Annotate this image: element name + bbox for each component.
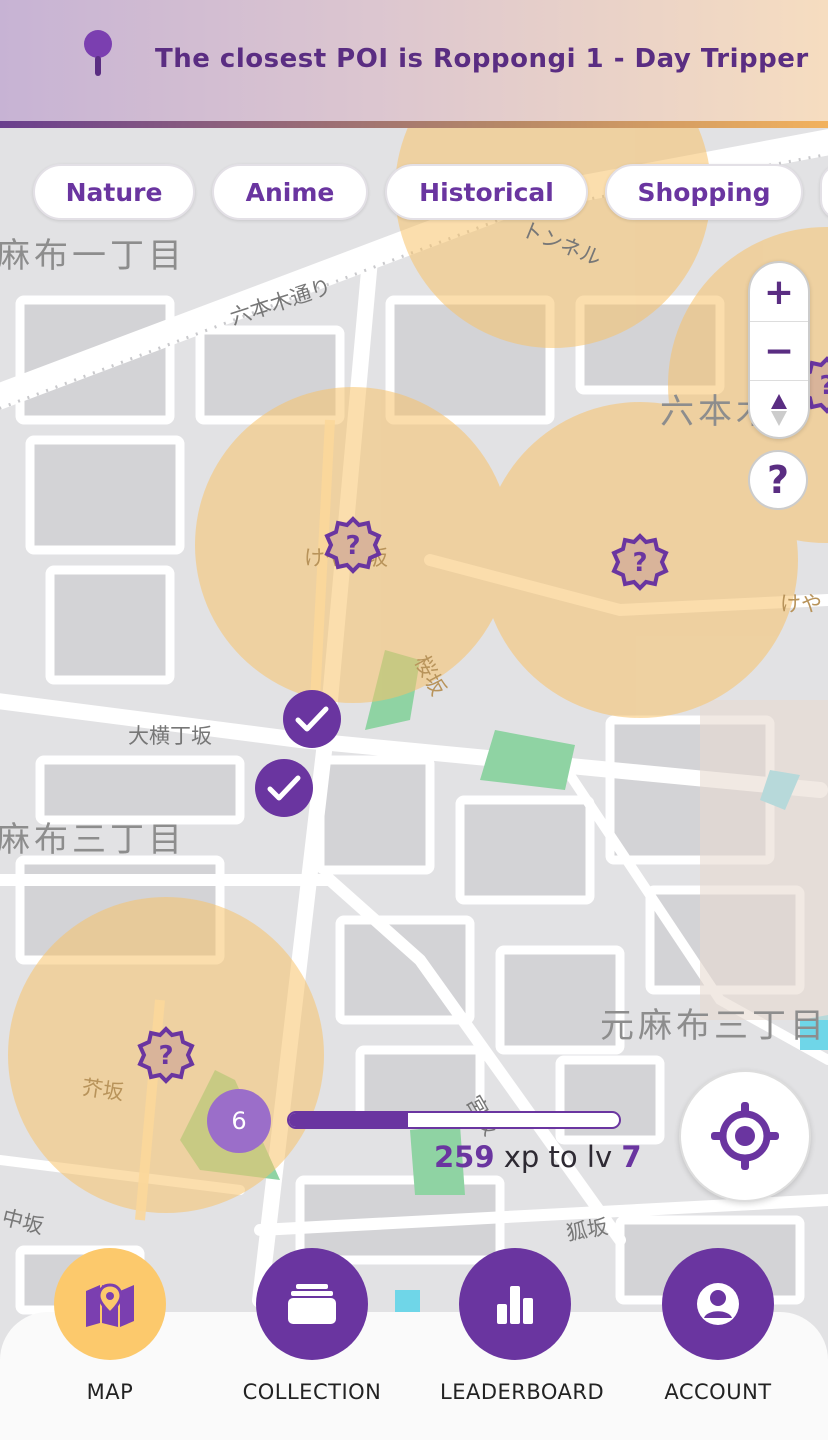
closest-poi-banner: The closest POI is Roppongi 1 - Day Trip…: [0, 0, 828, 128]
map-label: 麻布一丁目: [0, 236, 186, 276]
nav-item-leaderboard[interactable]: LEADERBOARD: [440, 1248, 605, 1404]
nav-map-button[interactable]: [54, 1248, 166, 1360]
xp-to-level-text: 259 xp to lv 7: [434, 1140, 642, 1174]
map-label: 芥坂: [80, 1075, 126, 1105]
nav-item-collection[interactable]: COLLECTION: [237, 1248, 387, 1404]
map-label: けや: [780, 592, 822, 616]
map-label: 元麻布三丁目: [600, 1006, 828, 1046]
svg-text:?: ?: [158, 1041, 173, 1071]
nav-leaderboard-button[interactable]: [459, 1248, 571, 1360]
compass-button[interactable]: [750, 381, 808, 439]
compass-icon: [771, 394, 787, 426]
svg-text:?: ?: [345, 531, 360, 561]
map-pin-icon: [80, 28, 116, 80]
svg-text:?: ?: [632, 548, 647, 578]
nav-account-button[interactable]: [662, 1248, 774, 1360]
locate-me-button[interactable]: [679, 1070, 811, 1202]
collection-icon: [288, 1284, 336, 1324]
help-button[interactable]: ?: [748, 450, 808, 510]
zoom-controls: + −: [748, 261, 810, 439]
filter-chip-historical[interactable]: Historical: [385, 164, 588, 220]
filter-chip-shopping[interactable]: Shopping: [605, 164, 803, 220]
nav-label-map: MAP: [86, 1380, 134, 1404]
poi-marker-icon[interactable]: ?: [137, 1026, 195, 1084]
visited-check-icon[interactable]: [283, 690, 341, 748]
map-label: 麻布三丁目: [0, 820, 186, 860]
nav-label-collection: COLLECTION: [242, 1380, 382, 1404]
filter-chip-nature[interactable]: Nature: [33, 164, 195, 220]
crosshair-icon: [711, 1102, 779, 1170]
nav-label-account: ACCOUNT: [664, 1380, 772, 1404]
xp-remaining: 259: [434, 1140, 495, 1174]
poi-marker-icon[interactable]: ?: [324, 516, 382, 574]
nav-item-account[interactable]: ACCOUNT: [643, 1248, 793, 1404]
xp-label: xp to lv: [503, 1140, 613, 1174]
nav-item-map[interactable]: MAP: [35, 1248, 185, 1404]
level-badge: 6: [207, 1089, 271, 1153]
poi-marker-icon[interactable]: ?: [611, 533, 669, 591]
xp-progress-bar: [287, 1111, 621, 1129]
next-level: 7: [621, 1140, 642, 1174]
zoom-in-button[interactable]: +: [750, 263, 808, 321]
map-icon: [86, 1283, 134, 1327]
map-label: 大横丁坂: [128, 724, 212, 748]
nav-collection-button[interactable]: [256, 1248, 368, 1360]
leaderboard-icon: [497, 1286, 533, 1324]
filter-chip-anime[interactable]: Anime: [212, 164, 368, 220]
account-icon: [697, 1283, 739, 1325]
nav-label-leaderboard: LEADERBOARD: [440, 1380, 605, 1404]
closest-poi-text: The closest POI is Roppongi 1 - Day Trip…: [155, 44, 809, 74]
xp-progress-fill: [289, 1113, 408, 1127]
visited-check-icon[interactable]: [255, 759, 313, 817]
svg-text:?: ?: [819, 371, 828, 401]
zoom-out-button[interactable]: −: [750, 322, 808, 380]
